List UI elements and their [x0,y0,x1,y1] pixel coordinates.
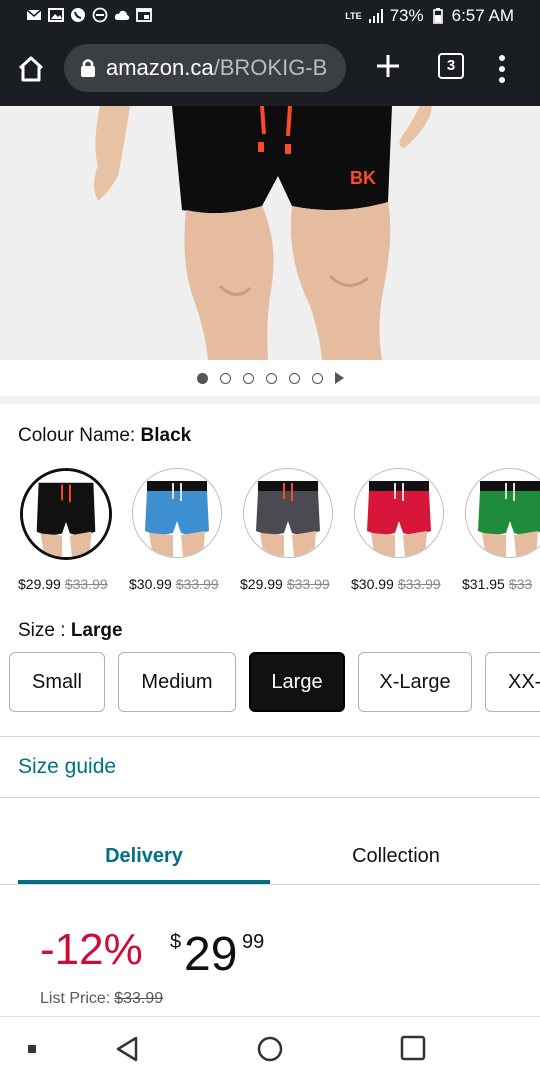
swatch-image [465,468,540,558]
swatch-list-price: $33.99 [286,576,330,592]
browser-toolbar: amazon.ca/BROKIG-B 3 [0,32,540,106]
url-host: amazon.ca [106,55,214,80]
swatch-price-value: $30.99 [351,576,394,592]
swatch-list-price: $33.99 [397,576,441,592]
selected-size: Large [70,620,123,641]
size-guide-link[interactable]: Size guide [18,755,116,779]
divider [0,797,540,798]
list-price: List Price: $33.99 [40,990,163,1008]
size-button-medium[interactable]: Medium [118,652,236,712]
back-icon[interactable] [114,1035,140,1063]
carousel-dot[interactable] [288,372,300,384]
size-button-xx-large[interactable]: XX- [485,652,540,712]
image-carousel-indicator[interactable] [0,368,540,388]
colour-swatch-grey[interactable] [241,468,352,558]
shorts-model-photo: BK [0,106,540,360]
swatch-price-value: $31.95 [462,576,505,592]
home-icon[interactable] [16,54,46,84]
tab-delivery[interactable]: Delivery [18,828,270,884]
colour-name-label: Colour Name: Black [18,425,191,447]
battery-icon [432,8,443,24]
colour-swatch-black[interactable] [18,468,129,560]
clock: 6:57 AM [451,6,514,25]
colour-swatch-blue[interactable] [130,468,241,558]
gallery-icon [48,8,64,22]
notification-icons [26,7,152,23]
size-label: Size : Large [18,620,123,642]
system-status: LTE 73% 6:57 AM [345,6,514,26]
signal-icon [368,9,383,23]
cloud-icon [114,10,130,20]
price-fraction: 99 [242,931,265,953]
selected-colour: Black [140,425,192,446]
swatch-image [132,468,222,558]
svg-text:BK: BK [350,168,376,188]
lock-icon [81,59,95,77]
discount-percent: -12% [40,925,143,974]
email-icon [26,9,42,20]
carousel-dot[interactable] [265,372,277,384]
swatch-price-value: $29.99 [240,576,283,592]
address-bar[interactable]: amazon.ca/BROKIG-B [64,44,346,92]
tab-switcher-button[interactable]: 3 [438,53,464,79]
swatch-price: $30.99 $33.99 [351,576,441,592]
swatch-price-value: $29.99 [18,576,61,592]
overflow-menu-icon[interactable] [498,54,506,84]
colour-label-text: Colour Name: [18,425,136,446]
carousel-dot[interactable] [196,372,208,384]
swatch-list-price: $33 [508,576,533,592]
list-price-value: $33.99 [114,990,164,1007]
price-whole: 29 [184,928,238,981]
size-button-small[interactable]: Small [9,652,105,712]
size-button-x-large[interactable]: X-Large [358,652,472,712]
play-video-icon[interactable] [334,372,344,384]
battery-percent: 73% [389,6,424,25]
swatch-image [20,468,112,560]
section-divider [0,396,540,404]
delivery-tabs: Delivery Collection [0,828,540,884]
swatch-price: $30.99 $33.99 [129,576,219,592]
carousel-dot[interactable] [242,372,254,384]
colour-swatch-red[interactable] [352,468,463,558]
divider [0,736,540,737]
divider [0,884,540,885]
system-navigation-bar [0,1016,540,1081]
colour-swatch-list: $29.99 $33.99 $30.99 $33.99 $29.99 $33.99 $… [0,468,540,598]
colour-swatch-green[interactable] [463,468,540,558]
size-options: Small Medium Large X-Large XX- [0,652,540,716]
recents-icon[interactable] [400,1035,426,1061]
lte-badge: LTE [345,11,362,21]
swatch-price: $29.99 $33.99 [18,576,108,592]
swatch-list-price: $33.99 [175,576,219,592]
product-image[interactable]: BK [0,106,540,360]
size-button-large[interactable]: Large [249,652,345,712]
url-path: /BROKIG-B [213,55,328,80]
dnd-icon [92,7,108,23]
list-price-label: List Price: [40,990,111,1007]
calendar-icon [136,8,152,22]
size-label-text: Size : [18,620,66,641]
url-text: amazon.ca/BROKIG-B [106,55,327,81]
nav-dot-icon[interactable] [28,1045,36,1053]
carousel-dot[interactable] [219,372,231,384]
status-bar: LTE 73% 6:57 AM [0,0,540,32]
phone-icon [71,8,85,22]
tab-collection[interactable]: Collection [270,828,522,884]
carousel-dot[interactable] [311,372,323,384]
swatch-image [243,468,333,558]
home-nav-icon[interactable] [256,1035,284,1063]
swatch-price-value: $30.99 [129,576,172,592]
price-currency: $ [170,931,182,953]
swatch-list-price: $33.99 [64,576,108,592]
swatch-price: $29.99 $33.99 [240,576,330,592]
swatch-image [354,468,444,558]
swatch-price: $31.95 $33 [462,576,532,592]
new-tab-icon[interactable] [374,52,402,80]
